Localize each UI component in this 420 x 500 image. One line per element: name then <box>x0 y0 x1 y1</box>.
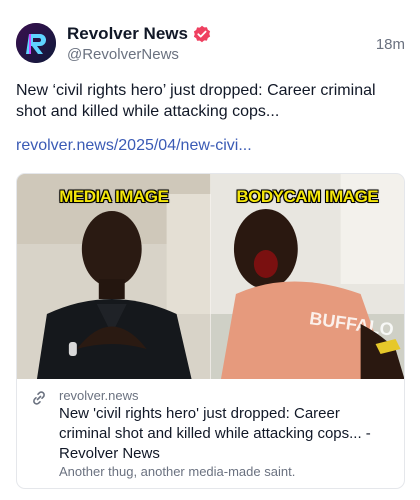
media-image-panel: MEDIA IMAGE <box>17 174 211 379</box>
link-icon <box>31 390 47 406</box>
link-preview-card[interactable]: MEDIA IMAGE BUFFALO BODYCAM IMAGE revolv… <box>16 173 405 489</box>
author-name[interactable]: Revolver News <box>67 24 188 44</box>
post-time[interactable]: 18m <box>376 36 405 53</box>
post-link[interactable]: revolver.news/2025/04/new-civi... <box>16 137 252 155</box>
avatar[interactable] <box>16 23 56 63</box>
media-image-caption: MEDIA IMAGE <box>59 187 169 206</box>
verified-badge-icon <box>193 25 211 43</box>
card-title[interactable]: New 'civil rights hero' just dropped: Ca… <box>59 404 394 464</box>
card-description: Another thug, another media-made saint. <box>59 464 296 479</box>
author-name-row[interactable]: Revolver News <box>67 24 211 44</box>
bodycam-image-panel: BUFFALO BODYCAM IMAGE <box>210 174 404 379</box>
revolver-logo-icon <box>16 23 56 63</box>
card-image[interactable]: MEDIA IMAGE BUFFALO BODYCAM IMAGE <box>17 174 404 379</box>
author-handle[interactable]: @RevolverNews <box>67 46 179 63</box>
card-domain: revolver.news <box>59 388 139 403</box>
post[interactable]: Revolver News @RevolverNews 18m New ‘civ… <box>0 0 420 500</box>
bodycam-image-caption: BODYCAM IMAGE <box>236 187 379 206</box>
post-text: New ‘civil rights hero’ just dropped: Ca… <box>16 82 376 120</box>
